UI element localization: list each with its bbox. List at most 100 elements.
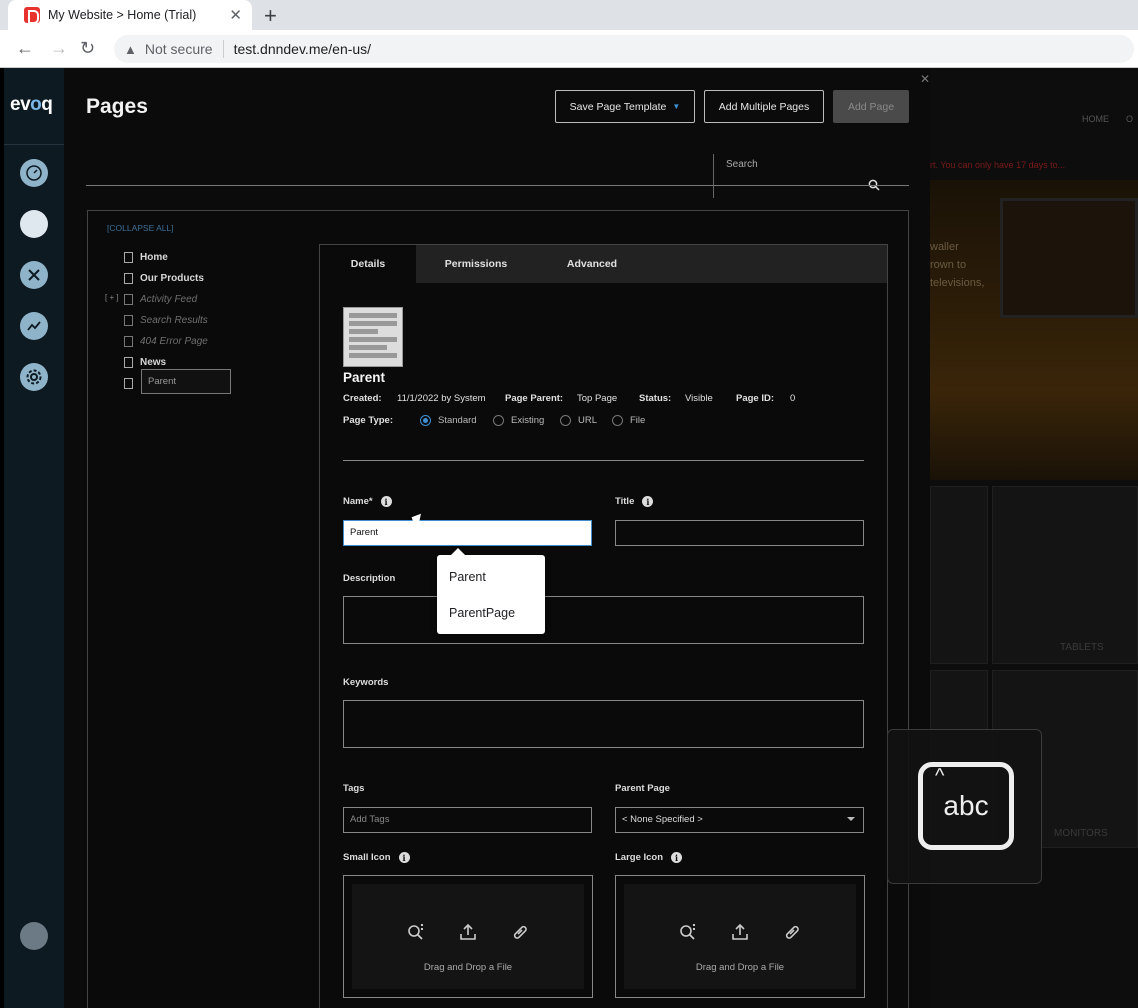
title-label: Title i: [615, 496, 654, 507]
page-title: Pages: [86, 95, 148, 118]
new-tab-icon[interactable]: +: [264, 3, 277, 29]
reload-icon[interactable]: ↻: [80, 38, 95, 59]
page-parent-value: Top Page: [577, 393, 618, 404]
large-icon-dropzone[interactable]: Drag and Drop a File: [615, 875, 865, 998]
upload-icon[interactable]: [458, 922, 478, 942]
description-label: Description: [343, 573, 396, 584]
handwriting-keyboard-icon[interactable]: ^ abc: [918, 762, 1014, 850]
dashboard-icon[interactable]: [20, 159, 48, 187]
caret-up-icon: ^: [935, 765, 945, 787]
section-divider: [343, 460, 864, 461]
tree-item-home[interactable]: Home: [124, 249, 168, 265]
tab-advanced[interactable]: Advanced: [536, 245, 648, 283]
page-icon: [124, 314, 133, 326]
tree-item-search-results[interactable]: Search Results: [124, 312, 208, 328]
dropzone-text: Drag and Drop a File: [423, 962, 513, 973]
address-bar[interactable]: ▲ Not secure test.dnndev.me/en-us/: [114, 35, 1134, 63]
settings-icon[interactable]: [20, 363, 48, 391]
evoq-logo: evoq: [10, 94, 53, 115]
label-monitors: MONITORS: [1054, 828, 1108, 839]
expand-toggle[interactable]: [ + ]: [105, 293, 119, 302]
link-icon[interactable]: [510, 922, 530, 942]
forward-icon[interactable]: →: [50, 38, 68, 59]
url-text: test.dnndev.me/en-us/: [233, 41, 372, 57]
page-type-label: Page Type:: [343, 415, 393, 426]
created-label: Created:: [343, 393, 382, 404]
product-thumb: [930, 486, 988, 664]
tags-input[interactable]: Add Tags: [343, 807, 592, 833]
search-underline: [86, 185, 909, 186]
dropzone-actions: [624, 922, 856, 942]
browse-files-icon[interactable]: [678, 922, 698, 942]
search-divider: [713, 154, 714, 198]
details-tabs: Details Permissions Advanced: [320, 245, 887, 283]
tree-item-news[interactable]: News: [124, 354, 166, 370]
title-field[interactable]: [615, 520, 864, 546]
created-value: 11/1/2022 by System: [397, 393, 486, 404]
add-multiple-pages-button[interactable]: Add Multiple Pages: [704, 90, 824, 123]
tree-item-activity-feed[interactable]: Activity Feed: [124, 291, 197, 307]
browser-tab-bar: My Website > Home (Trial) ✕ +: [0, 0, 1138, 30]
tags-label: Tags: [343, 783, 365, 794]
site-nav-next: O: [1126, 114, 1134, 124]
persona-bar: evoq: [4, 68, 64, 1008]
page-id-label: Page ID:: [736, 393, 775, 404]
info-icon[interactable]: i: [398, 852, 410, 863]
radio-standard[interactable]: Standard: [420, 415, 477, 426]
upload-icon[interactable]: [730, 922, 750, 942]
keywords-field[interactable]: [343, 700, 864, 748]
radio-icon: [493, 415, 504, 426]
page-thumbnail: [343, 307, 403, 367]
tree-new-page-input[interactable]: Parent: [141, 369, 231, 394]
chevron-down-icon: ▼: [672, 102, 681, 111]
back-icon[interactable]: ←: [16, 38, 34, 59]
info-icon[interactable]: i: [671, 852, 683, 863]
link-icon[interactable]: [782, 922, 802, 942]
dropzone-text: Drag and Drop a File: [695, 962, 785, 973]
handwriting-keyboard-overlay[interactable]: ^ abc: [887, 729, 1042, 884]
autocomplete-option[interactable]: Parent: [449, 570, 486, 584]
description-field[interactable]: [343, 596, 864, 644]
browser-tab[interactable]: My Website > Home (Trial) ✕: [8, 0, 252, 30]
info-icon[interactable]: i: [642, 496, 654, 507]
page-name-heading: Parent: [343, 370, 386, 385]
tools-icon[interactable]: [20, 261, 48, 289]
tree-item-our-products[interactable]: Our Products: [124, 270, 204, 286]
small-icon-dropzone[interactable]: Drag and Drop a File: [343, 875, 593, 998]
parent-page-select[interactable]: < None Specified >: [615, 807, 864, 833]
search-input[interactable]: Search: [726, 159, 758, 170]
address-separator: [222, 40, 224, 58]
radio-existing[interactable]: Existing: [493, 415, 544, 426]
page-icon: [124, 293, 133, 305]
close-panel-icon[interactable]: ✕: [920, 72, 930, 86]
radio-file[interactable]: File: [612, 415, 645, 426]
autocomplete-option[interactable]: ParentPage: [449, 606, 515, 620]
user-avatar-icon[interactable]: [20, 922, 48, 950]
pages-panel: Pages ✕ Save Page Template ▼ Add Multiple…: [64, 68, 930, 1008]
tab-details[interactable]: Details: [320, 245, 416, 283]
tab-permissions[interactable]: Permissions: [416, 245, 536, 283]
radio-selected-icon: [420, 415, 431, 426]
page-icon: [124, 335, 133, 347]
analytics-icon[interactable]: [20, 312, 48, 340]
page-id-value: 0: [790, 393, 796, 404]
page-details-panel: Details Permissions Advanced Parent Crea…: [319, 244, 888, 1008]
save-page-template-button[interactable]: Save Page Template ▼: [555, 90, 695, 123]
warning-icon: ▲: [124, 41, 137, 57]
radio-url[interactable]: URL: [560, 415, 597, 426]
add-page-button[interactable]: Add Page: [833, 90, 909, 123]
page-icon: [124, 356, 133, 368]
site-nav-home: HOME: [1082, 114, 1109, 124]
site-hero-text: waller rown to televisions,: [930, 241, 985, 289]
content-icon[interactable]: [20, 210, 48, 238]
product-thumb: [992, 486, 1138, 664]
close-tab-icon[interactable]: ✕: [229, 6, 242, 24]
tree-item-404-error[interactable]: 404 Error Page: [124, 333, 208, 349]
browse-files-icon[interactable]: [406, 922, 426, 942]
dropzone-inner: Drag and Drop a File: [624, 884, 856, 989]
status-value: Visible: [685, 393, 713, 404]
info-icon[interactable]: i: [380, 496, 392, 507]
name-field[interactable]: Parent: [343, 520, 592, 546]
page-icon: [124, 251, 133, 263]
collapse-all-link[interactable]: [COLLAPSE ALL]: [107, 223, 174, 233]
